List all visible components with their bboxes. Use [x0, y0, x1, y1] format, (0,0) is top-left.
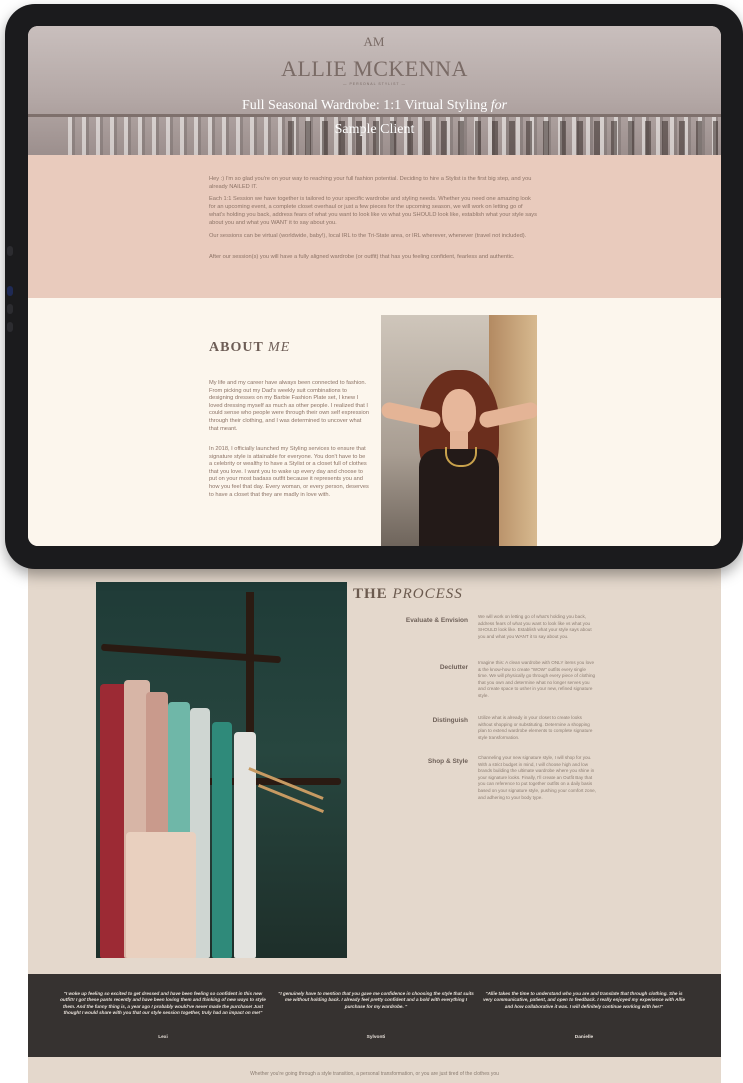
- process-title-italic: PROCESS: [392, 586, 463, 602]
- process-title: THE PROCESS: [353, 586, 463, 603]
- page-title-client: Sample Client: [334, 122, 415, 137]
- testimonial-quote-3: "Allie takes the time to understand who …: [483, 991, 685, 1009]
- tablet-screen: AM ALLIE MCKENNA — PERSONAL STYLIST — Fu…: [28, 26, 721, 546]
- step-text-declutter: Imagine this: A clean wardrobe with ONLY…: [478, 660, 596, 698]
- intro-paragraph: After our session(s) you will have a ful…: [209, 254, 515, 260]
- step-label-evaluate: Evaluate & Envision: [405, 617, 468, 624]
- closing-text: Whether you're going through a style tra…: [250, 1071, 499, 1077]
- hero-banner: AM ALLIE MCKENNA — PERSONAL STYLIST — Fu…: [28, 26, 721, 155]
- brand-tagline: — PERSONAL STYLIST —: [343, 82, 406, 86]
- about-paragraph: My life and my career have always been c…: [209, 380, 369, 432]
- step-label-declutter: Declutter: [439, 664, 468, 671]
- brand-logo[interactable]: ALLIE MCKENNA: [28, 56, 721, 82]
- testimonial-quote-1: "I woke up feeling so excited to get dre…: [60, 991, 266, 1016]
- testimonial-name-1: Lexi: [158, 1035, 168, 1040]
- step-text-distinguish: Utilize what is already in your closet t…: [478, 715, 593, 740]
- page-title-italic: for: [490, 98, 508, 113]
- about-title-bold: ABOUT: [209, 340, 269, 355]
- page-title: Full Seasonal Wardrobe: 1:1 Virtual Styl…: [28, 94, 721, 142]
- intro-paragraph: Our sessions can be virtual (worldwide, …: [209, 233, 527, 239]
- testimonial-name-3: Danielle: [574, 1035, 594, 1040]
- step-text-shop-style: Channeling your new signature style, I w…: [478, 755, 596, 800]
- tablet-side-button: [7, 286, 13, 296]
- brand-monogram: AM: [363, 34, 385, 49]
- clothing-rack-photo: [96, 582, 347, 958]
- page-title-main: Full Seasonal Wardrobe: 1:1 Virtual Styl…: [241, 98, 491, 113]
- tablet-side-button: [7, 322, 13, 332]
- step-text-evaluate: We will work on letting go of what's hol…: [478, 614, 592, 639]
- about-title-italic: ME: [268, 340, 291, 355]
- step-label-distinguish: Distinguish: [432, 717, 468, 724]
- intro-paragraph: Each 1:1 Session we have together is tai…: [209, 196, 537, 226]
- testimonial-name-2: Sylvonti: [366, 1035, 386, 1040]
- intro-section: Hey :) I'm so glad you're on your way to…: [28, 155, 721, 298]
- intro-paragraph: Hey :) I'm so glad you're on your way to…: [209, 176, 532, 190]
- stylist-portrait: [381, 315, 537, 546]
- page-continuation: THE PROCESS Evaluate & Envision We will …: [28, 560, 721, 1083]
- step-label-shop-style: Shop & Style: [427, 758, 468, 765]
- testimonial-quote-2: "I genuinely have to mention that you ga…: [278, 991, 474, 1009]
- process-title-bold: THE: [353, 586, 393, 602]
- about-paragraph: In 2018, I officially launched my Stylin…: [209, 446, 369, 498]
- tablet-side-button: [7, 304, 13, 314]
- tablet-side-button: [7, 246, 13, 256]
- about-title: ABOUT ME: [209, 340, 290, 356]
- testimonials-band: "I woke up feeling so excited to get dre…: [28, 974, 721, 1057]
- about-section: ABOUT ME My life and my career have alwa…: [28, 298, 721, 546]
